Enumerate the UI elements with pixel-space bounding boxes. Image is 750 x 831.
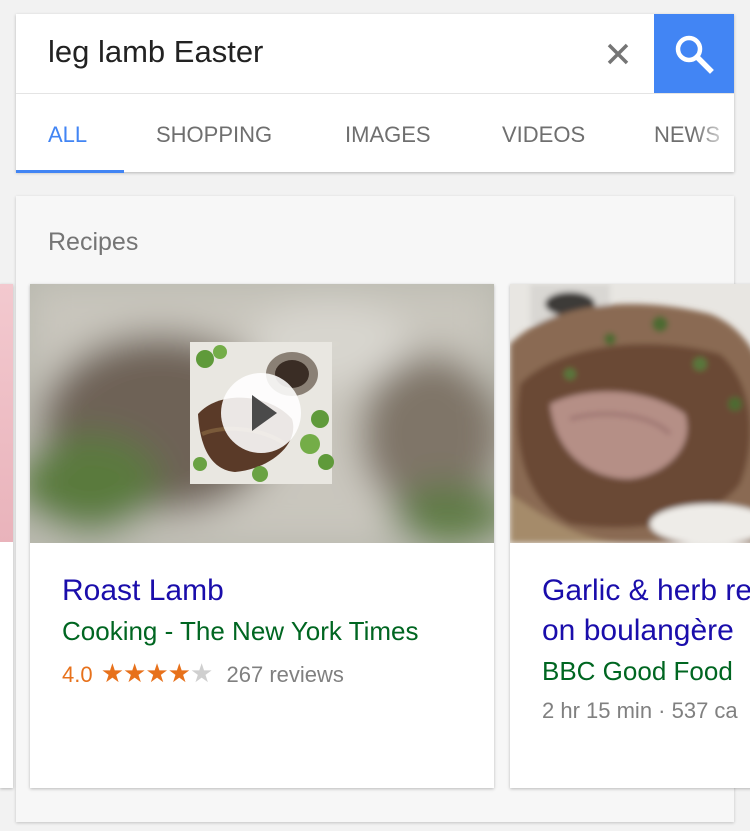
search-button[interactable] [654,14,734,93]
tab-images[interactable]: IMAGES [345,122,431,148]
recipe-image [0,284,13,542]
recipe-source: Cooking - The New York Times [62,616,419,646]
star-icon: ★ [167,658,191,688]
recipe-title[interactable]: Roast Lamb [62,574,224,608]
recipe-card[interactable]: Roast Lamb Cooking - The New York Times … [30,284,494,788]
recipe-card[interactable]: Garlic & herb re on boulangère BBC Good … [510,284,750,788]
recipe-image [510,284,750,543]
star-rating: ★★★★★ [101,658,219,688]
rating-value: 4.0 [62,662,93,687]
recipe-rating-row: 4.0 ★★★★★ 267 reviews [62,658,344,689]
search-tabs: ALL SHOPPING IMAGES VIDEOS NEWS [16,94,734,172]
search-icon [675,35,714,74]
recipe-source: BBC Good Food [542,656,733,686]
section-title: Recipes [48,228,139,256]
star-empty-icon: ★ [189,658,213,688]
clear-button[interactable] [598,34,638,74]
search-row [16,14,734,94]
tab-shopping[interactable]: SHOPPING [156,122,272,148]
recipe-video-thumbnail [30,284,494,543]
review-count: 267 reviews [226,662,344,687]
recipe-title-line-1[interactable]: Garlic & herb re [542,574,750,608]
tab-all[interactable]: ALL [48,122,87,148]
star-icon: ★ [100,658,124,688]
star-icon: ★ [123,658,146,688]
recipe-title-line-2[interactable]: on boulangère [542,614,734,648]
tab-videos[interactable]: VIDEOS [502,122,585,148]
search-box-card: ALL SHOPPING IMAGES VIDEOS NEWS [16,14,734,173]
tabs-fade-overlay [694,94,734,170]
active-tab-indicator [16,170,124,173]
star-icon: ★ [145,658,168,688]
recipe-card-previous[interactable] [0,284,13,788]
recipe-meta: 2 hr 15 min · 537 ca [542,698,738,723]
close-icon [607,43,629,65]
search-input[interactable] [48,32,588,72]
